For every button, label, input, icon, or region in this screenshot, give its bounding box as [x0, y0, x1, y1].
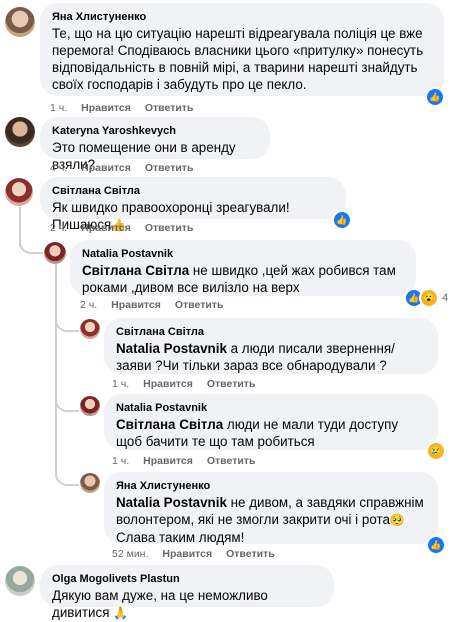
comment-time[interactable]: 2 ч. [80, 299, 97, 311]
pleading-face-emoji-icon: 🥺 [389, 513, 405, 527]
avatar[interactable] [5, 566, 35, 596]
comment-actions: 2 ч. Нравится Ответить [80, 299, 223, 311]
comment-text: Світлана Світла люди не мали туди доступ… [116, 416, 426, 450]
avatar[interactable] [5, 117, 35, 147]
thread-connector [55, 388, 79, 412]
like-button[interactable]: Нравится [162, 548, 212, 560]
comment-actions: 4 ч. Нравится Ответить [50, 162, 193, 174]
comment-author[interactable]: Світлана Світла [52, 184, 334, 198]
thread-line-sub [55, 264, 57, 474]
reply-button[interactable]: Ответить [175, 299, 224, 311]
thread-connector [55, 308, 79, 332]
comment-bubble: Kateryna Yaroshkevych Это помещение они … [40, 117, 270, 172]
comment-text: Те, що на цю ситуацію нарешті відреагува… [52, 26, 424, 92]
like-button[interactable]: Нравится [143, 455, 193, 467]
comment-time[interactable]: 2 ч. [50, 222, 67, 234]
like-button[interactable]: Нравится [111, 299, 161, 311]
like-button[interactable]: Нравится [81, 162, 131, 174]
reaction-count: 4 [442, 292, 449, 304]
like-button[interactable]: Нравится [143, 378, 193, 390]
reply-button[interactable]: Ответить [207, 378, 256, 390]
mention-link[interactable]: Світлана Світла [116, 417, 223, 432]
folded-hands-emoji-icon: 🙏 [113, 606, 129, 620]
comment-author[interactable]: Natalia Postavnik [116, 401, 426, 415]
mention-link[interactable]: Natalia Postavnik [116, 495, 227, 510]
reply-button[interactable]: Ответить [145, 102, 194, 114]
avatar[interactable] [5, 7, 35, 37]
mention-link[interactable]: Світлана Світла [82, 263, 189, 278]
comment-actions: 2 ч. Нравится Ответить [50, 222, 193, 234]
reaction-badge[interactable]: 👍 [426, 535, 446, 555]
avatar[interactable] [5, 178, 33, 206]
comment-text: Natalia Postavnik не дивом, а завдяки сп… [116, 494, 426, 546]
comment-author[interactable]: Olga Mogolivets Plastun [52, 572, 322, 586]
like-button[interactable]: Нравится [81, 102, 131, 114]
comment-actions: 1 ч. Нравится Ответить [50, 102, 193, 114]
mention-link[interactable]: Natalia Postavnik [116, 341, 227, 356]
thread-connector [19, 230, 43, 254]
reaction-badge[interactable]: 👍 😮 4 [404, 288, 448, 308]
comment-author[interactable]: Яна Хлистуненко [52, 10, 432, 24]
comment-author[interactable]: Natalia Postavnik [82, 247, 404, 261]
comment-bubble: Світлана Світла Natalia Postavnik а люди… [104, 318, 438, 374]
comment-time[interactable]: 1 ч. [50, 102, 67, 114]
comment-bubble: Яна Хлистуненко Те, що на цю ситуацію на… [40, 3, 444, 96]
comment-bubble: Яна Хлистуненко Natalia Postavnik не див… [104, 472, 438, 546]
comment-text: Дякую вам дуже, на це неможливо дивитися… [52, 587, 322, 622]
reply-button[interactable]: Ответить [145, 222, 194, 234]
comment-actions: 52 мин. Нравится Ответить [112, 548, 275, 560]
reaction-badge[interactable]: 😢 [426, 441, 446, 461]
avatar[interactable] [44, 242, 66, 264]
like-button[interactable]: Нравится [81, 222, 131, 234]
comment-actions: 1 ч. Нравится Ответить [112, 378, 255, 390]
comment-actions: 1 ч. Нравится Ответить [112, 455, 255, 467]
comment-time[interactable]: 4 ч. [50, 162, 67, 174]
reaction-badge[interactable]: 👍 [332, 210, 352, 230]
comment-author[interactable]: Kateryna Yaroshkevych [52, 124, 258, 138]
like-icon: 👍 [332, 210, 352, 230]
comment-text-body: Дякую вам дуже, на це неможливо дивитися [52, 588, 268, 620]
comment-author[interactable]: Світлана Світла [116, 325, 426, 339]
reply-button[interactable]: Ответить [145, 162, 194, 174]
comment-bubble: Світлана Світла Як швидко правоохоронці … [40, 177, 346, 232]
reply-button[interactable]: Ответить [226, 548, 275, 560]
like-icon: 👍 [425, 87, 445, 107]
comment-bubble: Natalia Postavnik Світлана Світла не шви… [70, 240, 416, 296]
thread-connector [55, 462, 79, 486]
comment-text: Світлана Світла не швидко ,цей жах робив… [82, 262, 404, 296]
avatar[interactable] [80, 396, 100, 416]
comment-bubble: Natalia Postavnik Світлана Світла люди н… [104, 394, 438, 450]
reaction-badge[interactable]: 👍 [425, 87, 445, 107]
comment-bubble: Olga Mogolivets Plastun Дякую вам дуже, … [40, 565, 334, 620]
comment-author[interactable]: Яна Хлистуненко [116, 479, 426, 493]
comment-time[interactable]: 1 ч. [112, 378, 129, 390]
avatar[interactable] [80, 319, 100, 339]
comment-time[interactable]: 52 мин. [112, 548, 148, 560]
wow-icon: 😮 [419, 288, 439, 308]
comment-text: Natalia Postavnik а люди писали зверненн… [116, 340, 426, 374]
sad-icon: 😢 [426, 441, 446, 461]
like-icon: 👍 [426, 535, 446, 555]
reply-button[interactable]: Ответить [207, 455, 256, 467]
comment-text-tail: Слава таким людям! [116, 530, 245, 545]
comment-time[interactable]: 1 ч. [112, 455, 129, 467]
avatar[interactable] [80, 473, 100, 493]
